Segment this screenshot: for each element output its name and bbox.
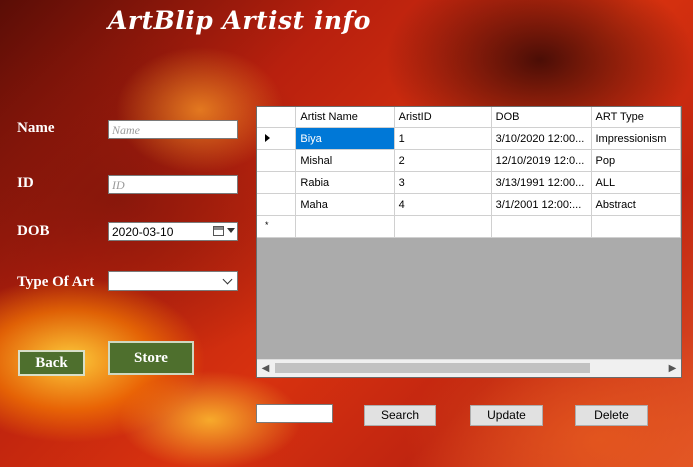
table-cell[interactable]: Mishal xyxy=(295,149,395,172)
table-cell[interactable] xyxy=(591,215,681,238)
id-label: ID xyxy=(17,175,34,191)
artist-table: Artist Name AristID DOB ART Type Biya 1 … xyxy=(257,107,681,238)
horizontal-scrollbar[interactable]: ◀ ▶ xyxy=(257,359,681,377)
store-button[interactable]: Store xyxy=(108,341,194,375)
table-cell[interactable]: Rabia xyxy=(295,171,395,194)
dob-label: DOB xyxy=(17,223,50,239)
table-cell[interactable] xyxy=(295,215,395,238)
column-header-art-type[interactable]: ART Type xyxy=(591,107,681,128)
table-cell[interactable] xyxy=(491,215,592,238)
page-title: ArtBlip Artist info xyxy=(108,6,371,35)
table-row[interactable]: Rabia 3 3/13/1991 12:00... ALL xyxy=(257,171,681,194)
table-cell[interactable] xyxy=(394,215,492,238)
type-of-art-select[interactable] xyxy=(108,271,238,291)
name-input[interactable] xyxy=(108,120,238,139)
table-cell[interactable]: 4 xyxy=(394,193,492,216)
id-input[interactable] xyxy=(108,175,238,194)
update-button[interactable]: Update xyxy=(470,405,543,426)
table-cell[interactable]: 2 xyxy=(394,149,492,172)
table-cell[interactable]: 3 xyxy=(394,171,492,194)
table-cell[interactable]: 3/13/1991 12:00... xyxy=(491,171,592,194)
artist-data-grid[interactable]: Artist Name AristID DOB ART Type Biya 1 … xyxy=(256,106,682,378)
scrollbar-thumb[interactable] xyxy=(275,363,590,373)
search-input[interactable] xyxy=(256,404,333,423)
chevron-down-icon xyxy=(222,274,233,285)
table-cell[interactable]: Biya xyxy=(295,127,395,150)
column-header-artist-id[interactable]: AristID xyxy=(394,107,492,128)
table-cell[interactable]: 12/10/2019 12:0... xyxy=(491,149,592,172)
search-button[interactable]: Search xyxy=(364,405,436,426)
name-label: Name xyxy=(17,120,55,136)
new-row[interactable]: * xyxy=(257,215,681,238)
table-row[interactable]: Maha 4 3/1/2001 12:00:... Abstract xyxy=(257,193,681,216)
row-selector[interactable] xyxy=(257,193,297,216)
table-row[interactable]: Mishal 2 12/10/2019 12:0... Pop xyxy=(257,149,681,172)
delete-button[interactable]: Delete xyxy=(575,405,648,426)
table-cell[interactable]: Impressionism xyxy=(591,127,681,150)
new-row-marker: * xyxy=(265,220,269,230)
scroll-right-icon[interactable]: ▶ xyxy=(664,360,681,377)
table-header-row: Artist Name AristID DOB ART Type xyxy=(257,107,681,128)
back-button[interactable]: Back xyxy=(18,350,85,376)
row-selector-arrow-icon xyxy=(265,134,270,142)
table-cell[interactable]: 1 xyxy=(394,127,492,150)
row-selector[interactable] xyxy=(257,171,297,194)
scroll-left-icon[interactable]: ◀ xyxy=(257,360,274,377)
dob-date-picker[interactable]: 2020-03-10 xyxy=(108,222,238,241)
calendar-icon[interactable] xyxy=(213,226,224,236)
table-cell[interactable]: 3/10/2020 12:00... xyxy=(491,127,592,150)
table-cell[interactable]: ALL xyxy=(591,171,681,194)
row-selector[interactable] xyxy=(257,149,297,172)
row-selector[interactable] xyxy=(257,127,297,150)
column-header-dob[interactable]: DOB xyxy=(491,107,592,128)
table-cell[interactable]: Pop xyxy=(591,149,681,172)
column-header-artist-name[interactable]: Artist Name xyxy=(295,107,395,128)
table-cell[interactable]: 3/1/2001 12:00:... xyxy=(491,193,592,216)
table-cell[interactable]: Maha xyxy=(295,193,395,216)
row-header-corner[interactable] xyxy=(257,107,297,128)
row-selector[interactable]: * xyxy=(257,215,297,238)
table-cell[interactable]: Abstract xyxy=(591,193,681,216)
type-of-art-label: Type Of Art xyxy=(17,274,95,290)
table-row[interactable]: Biya 1 3/10/2020 12:00... Impressionism xyxy=(257,127,681,150)
dropdown-arrow-icon[interactable] xyxy=(227,228,235,233)
dob-value: 2020-03-10 xyxy=(112,225,174,239)
